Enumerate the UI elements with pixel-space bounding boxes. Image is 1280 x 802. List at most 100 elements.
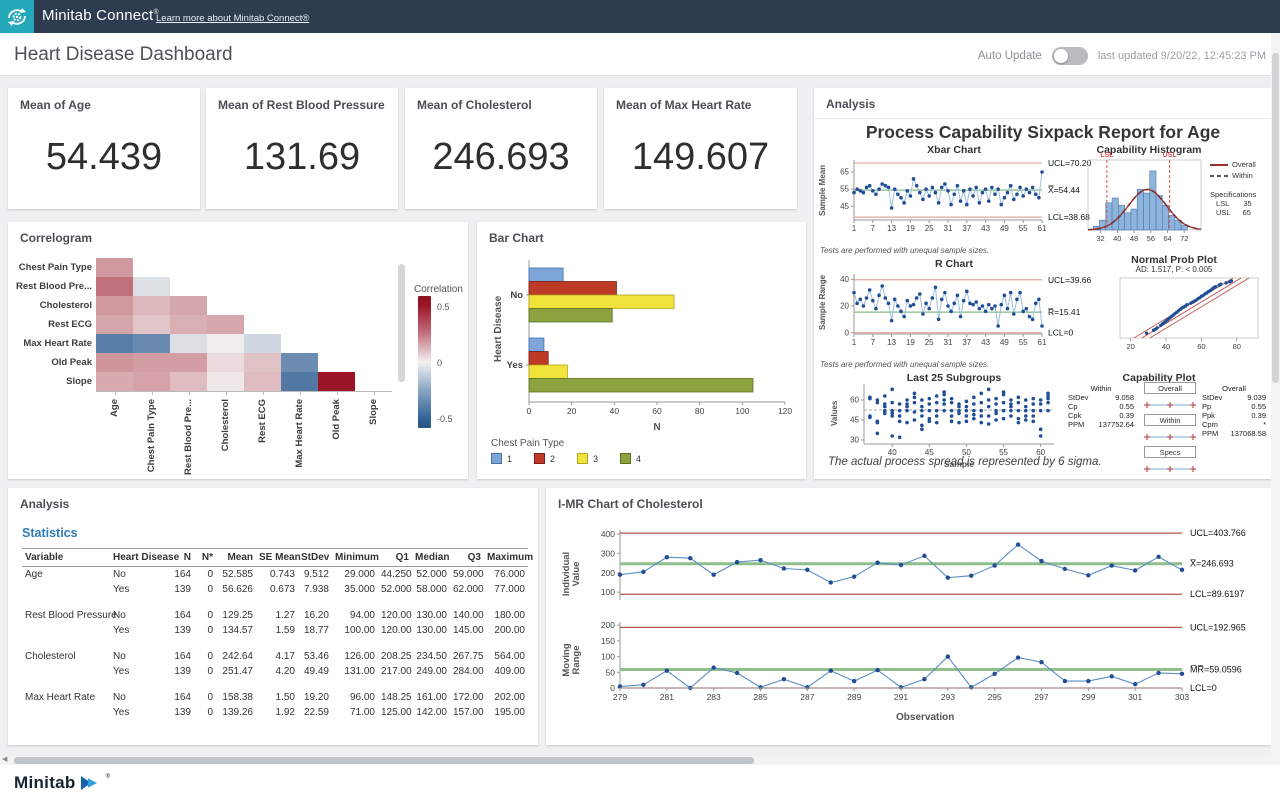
panel-title: Bar Chart	[489, 231, 544, 245]
svg-text:60: 60	[652, 406, 662, 416]
heatmap-cell	[96, 315, 133, 334]
table-cell: 267.75	[450, 649, 484, 664]
svg-text:1: 1	[852, 224, 857, 233]
svg-text:UCL=39.66: UCL=39.66	[1048, 275, 1092, 285]
table-cell: 18.77	[298, 623, 332, 638]
learn-more-link[interactable]: Learn more about Minitab Connect®	[156, 13, 309, 24]
table-cell: 0	[194, 608, 216, 623]
svg-text:45: 45	[850, 416, 859, 425]
panel-title: I-MR Chart of Cholesterol	[558, 497, 703, 511]
heatmap-row-label: Max Heart Rate	[8, 338, 92, 349]
heatmap-column-label: Rest ECG	[257, 399, 269, 491]
svg-text:50: 50	[606, 667, 616, 677]
table-header-cell: Mean	[216, 549, 256, 567]
table-cell: 409.00	[484, 664, 528, 679]
svg-text:80: 80	[1233, 342, 1241, 351]
card-mean-of-rest-blood-pressure: Mean of Rest Blood Pressure 131.69	[206, 88, 398, 209]
svg-text:USL: USL	[1163, 152, 1178, 159]
legend-item-chest-pain-1: 1	[491, 453, 512, 464]
card-analysis-statistics: Analysis Statistics VariableHeart Diseas…	[8, 488, 538, 745]
svg-text:289: 289	[847, 692, 861, 702]
table-cell	[22, 582, 110, 597]
heatmap-axis-tick	[337, 391, 338, 395]
table-cell: 126.00	[332, 649, 378, 664]
heatmap-scrollbar[interactable]	[398, 264, 405, 382]
horizontal-scrollbar[interactable]: ◀	[0, 756, 1280, 765]
svg-text:25: 25	[925, 224, 934, 233]
minitab-footer-logo: Minitab ®	[14, 773, 110, 793]
heatmap-column-label: Rest Blood Pre...	[183, 399, 195, 491]
table-header-cell: Variable	[22, 549, 110, 567]
svg-text:37: 37	[962, 338, 971, 347]
svg-text:55: 55	[1019, 224, 1028, 233]
svg-text:19: 19	[906, 338, 915, 347]
heatmap-axis-tick	[189, 391, 190, 395]
horizontal-scroll-thumb[interactable]	[14, 757, 754, 764]
vertical-scroll-thumb[interactable]	[1272, 53, 1279, 383]
table-cell: No	[110, 567, 170, 583]
table-cell: No	[110, 649, 170, 664]
svg-text:32: 32	[1096, 234, 1104, 243]
capability-overall-stats: Overall StDev9.039Pp0.55Ppk0.39Cpm*PPM13…	[1202, 384, 1266, 438]
table-cell: 44.250	[378, 567, 412, 583]
vertical-scrollbar[interactable]	[1271, 33, 1280, 756]
heatmap-row-label: Slope	[8, 376, 92, 387]
svg-text:200: 200	[601, 568, 615, 578]
heatmap-column-label: Age	[109, 399, 121, 491]
footer: Minitab ®	[0, 765, 1280, 802]
imr-xlabel: Observation	[896, 712, 954, 723]
table-cell: 49.49	[298, 664, 332, 679]
table-row: Yes1390139.261.9222.5971.00125.00142.001…	[22, 705, 528, 720]
footer-brand-text: Minitab	[14, 773, 76, 793]
table-cell: 94.00	[332, 608, 378, 623]
heatmap-cell	[207, 334, 244, 353]
xbar-chart: 45556517131925313743495561UCL=70.20X̿=54…	[824, 154, 1120, 249]
card-analysis-sixpack: Analysis Process Capability Sixpack Repo…	[814, 88, 1272, 479]
auto-update-toggle[interactable]	[1052, 47, 1088, 65]
grouped-bar-chart: NoYes020406080100120N	[501, 252, 801, 447]
table-cell: 1.27	[256, 608, 298, 623]
svg-text:0: 0	[845, 328, 850, 337]
table-row: Yes1390134.571.5918.77100.00120.00130.00…	[22, 623, 528, 638]
heatmap-axis-tick	[226, 391, 227, 395]
heatmap-cell	[244, 334, 281, 353]
table-cell: 217.00	[378, 664, 412, 679]
kpi-title: Mean of Rest Blood Pressure	[218, 98, 385, 112]
svg-text:43: 43	[981, 338, 990, 347]
bar-legend: 1234	[491, 453, 641, 464]
svg-text:56: 56	[1147, 234, 1155, 243]
svg-text:LCL=0: LCL=0	[1048, 328, 1074, 338]
table-cell: 195.00	[484, 705, 528, 720]
panel-title: Analysis	[20, 497, 69, 511]
capability-box-within: Within	[1144, 414, 1196, 426]
svg-text:LSL: LSL	[1100, 152, 1114, 159]
heatmap-axis-tick	[152, 391, 153, 395]
scroll-left-arrow[interactable]: ◀	[2, 755, 7, 763]
heatmap-axis-tick	[300, 391, 301, 395]
individual-ylabel: Individual Value	[562, 542, 582, 606]
capability-stat-row: PPM137068.58	[1202, 429, 1266, 438]
heatmap-cell	[133, 353, 170, 372]
usl-value: 65	[1243, 208, 1251, 217]
table-cell	[22, 623, 110, 638]
specifications-title: Specifications	[1210, 190, 1256, 199]
heatmap-column-label: Slope	[368, 399, 380, 491]
svg-text:49: 49	[1000, 338, 1009, 347]
svg-text:300: 300	[601, 548, 615, 558]
svg-text:1: 1	[852, 338, 857, 347]
table-cell: 249.00	[412, 664, 450, 679]
heatmap-cell	[96, 353, 133, 372]
table-cell: 130.00	[412, 623, 450, 638]
table-cell: 139	[170, 705, 194, 720]
svg-text:20: 20	[567, 406, 577, 416]
table-cell: 4.17	[256, 649, 298, 664]
capability-box-overall: Overall	[1144, 382, 1196, 394]
table-cell: 139.26	[216, 705, 256, 720]
svg-text:61: 61	[1038, 224, 1047, 233]
svg-text:40: 40	[1162, 342, 1170, 351]
table-cell: 4.20	[256, 664, 298, 679]
svg-text:55: 55	[840, 185, 849, 194]
histogram-legend: Overall Within Specifications LSL35 USL6…	[1210, 160, 1256, 217]
overall-line-sample	[1210, 162, 1228, 168]
table-cell: 77.000	[484, 582, 528, 597]
